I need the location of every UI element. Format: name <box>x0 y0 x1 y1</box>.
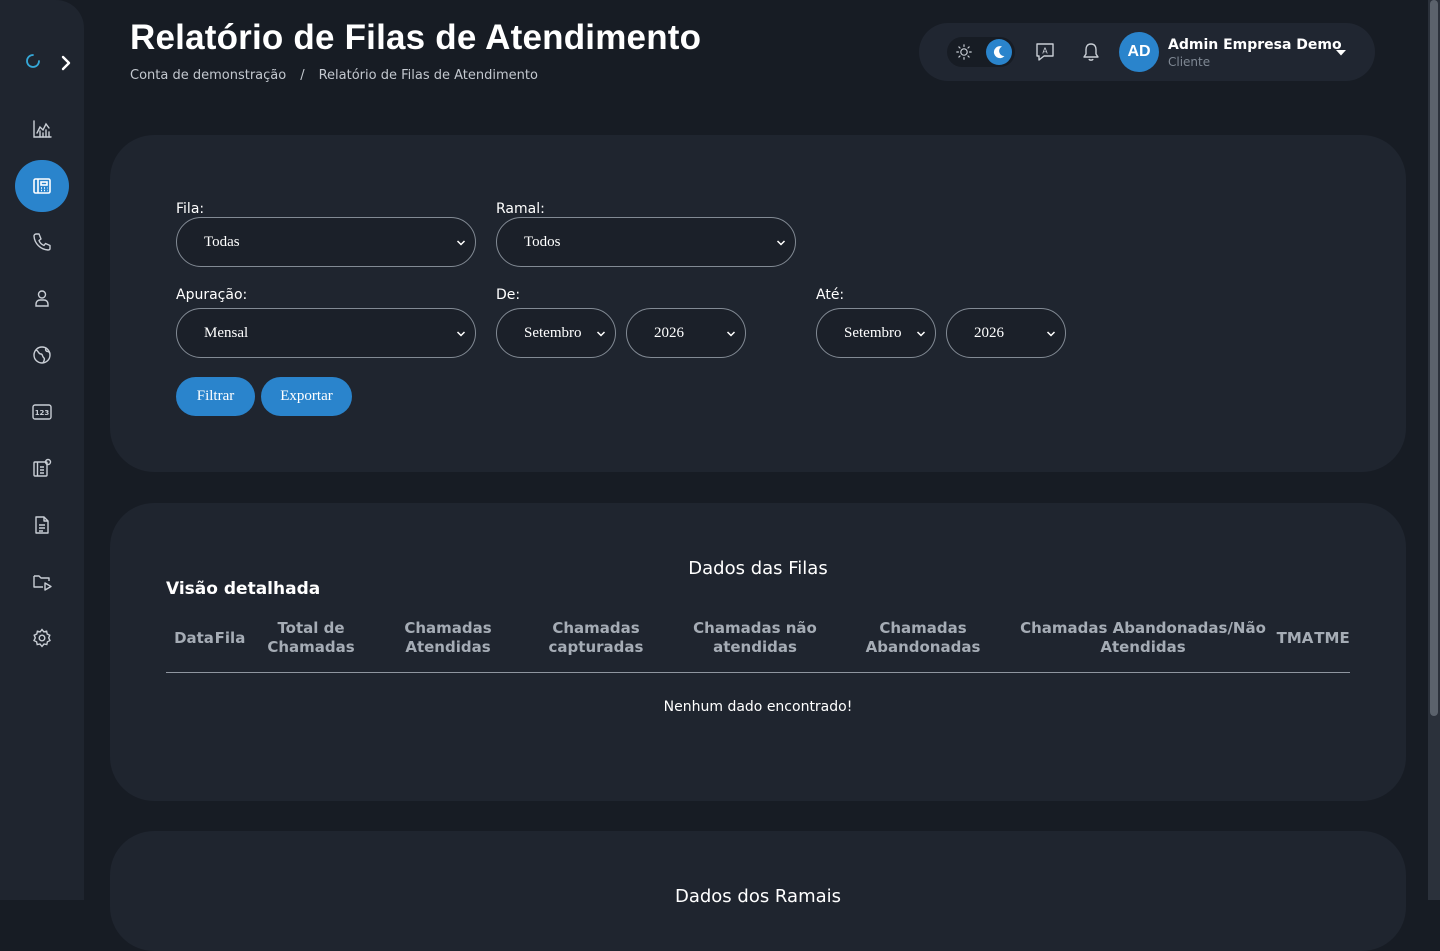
chevron-down-icon <box>596 331 606 337</box>
chevron-down-icon <box>776 240 786 246</box>
ate-month-value: Setembro <box>844 324 902 341</box>
user-icon <box>35 290 49 307</box>
sidebar-item-network[interactable] <box>15 329 69 381</box>
ramal-select-value: Todos <box>524 233 561 250</box>
sidebar-header <box>24 50 76 78</box>
de-label: De: <box>496 287 521 303</box>
ate-year-value: 2026 <box>974 324 1004 341</box>
breadcrumb-separator: / <box>300 68 305 83</box>
column-header-fila: Fila <box>214 628 246 647</box>
ate-year-select[interactable]: 2026 <box>946 308 1066 358</box>
queues-section-title: Dados das Filas <box>688 558 828 579</box>
breadcrumb-link-account[interactable]: Conta de demonstração <box>130 68 286 83</box>
chevron-down-icon <box>916 331 926 337</box>
user-name[interactable]: Admin Empresa Demo <box>1168 37 1342 53</box>
numeric-123-icon: 123 <box>32 404 52 420</box>
column-header-abandonadas-nao-atendidas: Chamadas Abandonadas/Não Atendidas <box>1020 619 1266 656</box>
de-month-value: Setembro <box>524 324 582 341</box>
contact-card-icon <box>33 458 52 477</box>
chevron-right-icon[interactable] <box>58 54 74 72</box>
column-header-total-chamadas: Total de Chamadas <box>267 619 355 656</box>
extensions-section-title: Dados dos Ramais <box>674 886 842 907</box>
ramal-select[interactable]: Todos <box>496 217 796 267</box>
ate-month-select[interactable]: Setembro <box>816 308 936 358</box>
sidebar-item-numbers[interactable]: 123 <box>15 386 69 438</box>
fila-label: Fila: <box>176 201 205 217</box>
table-header-divider <box>166 672 1350 673</box>
extensions-card: Dados dos Ramais <box>110 831 1406 951</box>
detailed-view-heading: Visão detalhada <box>166 579 321 599</box>
sidebar-item-calls[interactable] <box>15 216 69 268</box>
de-year-value: 2026 <box>654 324 684 341</box>
page-title: Relatório de Filas de Atendimento <box>130 18 702 57</box>
column-header-chamadas-atendidas: Chamadas Atendidas <box>404 619 492 656</box>
filter-button[interactable]: Filtrar <box>176 377 255 416</box>
chevron-down-icon <box>1046 331 1056 337</box>
gear-icon <box>33 628 51 648</box>
user-role: Cliente <box>1168 55 1211 69</box>
loading-logo-icon <box>26 54 40 68</box>
breadcrumb-current: Relatório de Filas de Atendimento <box>318 68 538 83</box>
chevron-down-icon <box>726 331 736 337</box>
svg-text:123: 123 <box>35 409 50 417</box>
sidebar-item-settings[interactable] <box>15 612 69 664</box>
scrollbar-thumb[interactable] <box>1430 0 1438 716</box>
page-scrollbar[interactable] <box>1428 0 1440 900</box>
bell-icon[interactable] <box>1080 41 1102 63</box>
column-header-chamadas-nao-atendidas: Chamadas não atendidas <box>693 619 817 656</box>
column-header-tme: TME <box>1314 628 1350 647</box>
chart-icon <box>33 120 52 138</box>
sidebar-item-queue-report[interactable] <box>15 160 69 212</box>
dark-mode-button[interactable] <box>986 39 1012 65</box>
folder-play-icon <box>33 575 52 591</box>
top-bar: A AD Admin Empresa Demo Cliente <box>919 23 1375 81</box>
de-year-select[interactable]: 2026 <box>626 308 746 358</box>
theme-toggle[interactable] <box>947 37 1015 67</box>
phone-icon <box>33 233 51 251</box>
svg-text:A: A <box>1042 47 1048 56</box>
column-header-chamadas-abandonadas: Chamadas Abandonadas <box>865 619 981 656</box>
queue-report-icon <box>33 178 51 194</box>
chat-icon[interactable]: A <box>1034 41 1056 63</box>
chevron-down-icon <box>456 240 466 246</box>
apuracao-select[interactable]: Mensal <box>176 308 476 358</box>
moon-icon <box>993 46 1005 59</box>
document-icon <box>35 516 49 534</box>
column-header-data: Data <box>174 628 214 647</box>
ate-label: Até: <box>816 287 845 303</box>
chevron-down-icon <box>456 331 466 337</box>
apuracao-select-value: Mensal <box>204 324 249 341</box>
ramal-label: Ramal: <box>496 201 545 217</box>
sun-icon[interactable] <box>955 43 973 61</box>
filters-card: Fila: Todas Ramal: Todos Apuração: Mensa… <box>110 135 1406 472</box>
de-month-select[interactable]: Setembro <box>496 308 616 358</box>
export-button[interactable]: Exportar <box>261 377 352 416</box>
avatar[interactable]: AD <box>1119 32 1159 72</box>
sidebar-item-dashboard[interactable] <box>15 103 69 155</box>
globe-icon <box>33 346 51 364</box>
caret-down-icon[interactable] <box>1335 49 1347 57</box>
empty-state-message: Nenhum dado encontrado! <box>663 699 853 715</box>
column-header-tma: TMA <box>1276 628 1314 647</box>
queues-card: Dados das Filas Visão detalhada Data Fil… <box>110 503 1406 801</box>
breadcrumb: Conta de demonstração / Relatório de Filas… <box>130 68 538 83</box>
fila-select-value: Todas <box>204 233 240 250</box>
sidebar-item-users[interactable] <box>15 272 69 324</box>
column-header-chamadas-capturadas: Chamadas capturadas <box>548 619 644 656</box>
fila-select[interactable]: Todas <box>176 217 476 267</box>
apuracao-label: Apuração: <box>176 287 248 303</box>
sidebar-item-recordings[interactable] <box>15 555 69 607</box>
sidebar: 123 <box>0 0 84 900</box>
sidebar-item-documents[interactable] <box>15 499 69 551</box>
sidebar-item-contacts[interactable] <box>15 442 69 494</box>
